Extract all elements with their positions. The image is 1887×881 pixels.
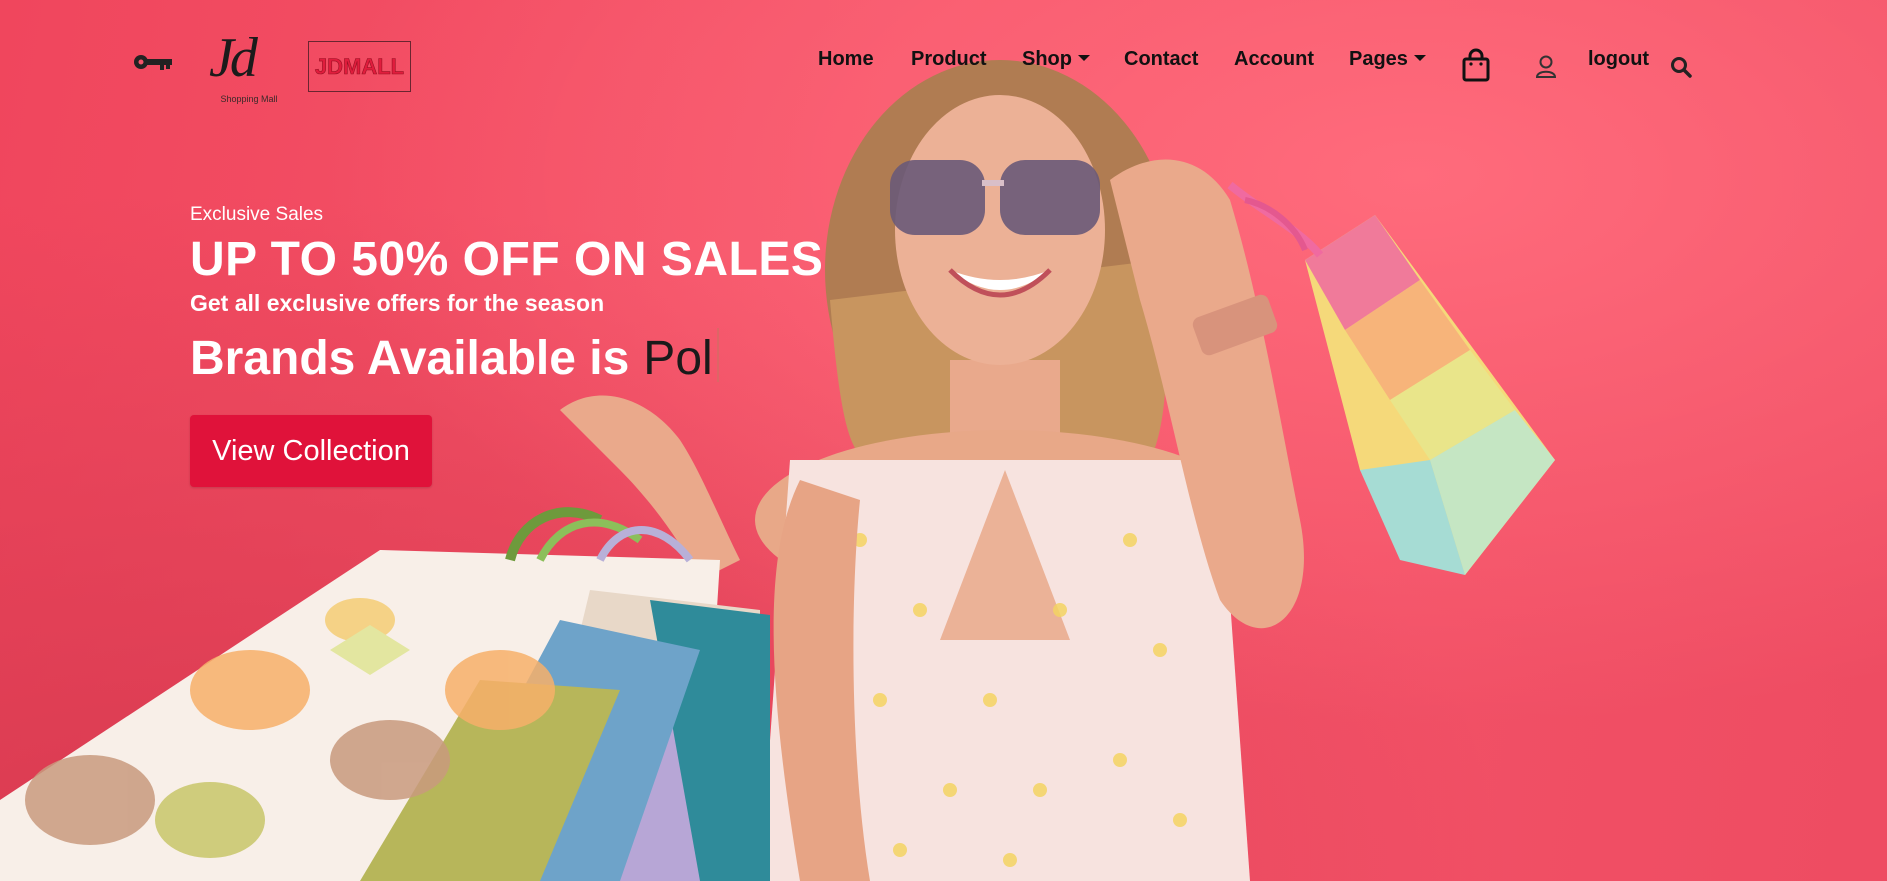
search-icon[interactable] [1670, 56, 1692, 78]
brand-wordmark: JDMALL [314, 53, 405, 79]
nav-link-contact[interactable]: Contact [1124, 48, 1198, 71]
nav-dropdown-pages[interactable]: Pages [1349, 48, 1426, 71]
hero-section: Jd Shopping Mall JDMALL Home Product Sho… [0, 0, 1887, 881]
logo-subtitle: Shopping Mall [220, 94, 278, 104]
key-icon[interactable] [133, 50, 173, 74]
logo-script: Jd [209, 27, 258, 89]
view-collection-button[interactable]: View Collection [190, 415, 432, 487]
nav-dropdown-shop[interactable]: Shop [1022, 48, 1090, 71]
nav-link-product[interactable]: Product [911, 48, 987, 71]
user-icon[interactable] [1535, 55, 1557, 79]
chevron-down-icon [1078, 55, 1090, 61]
brands-available-line: Brands Available is Pol [190, 328, 719, 386]
nav-link-pages-label: Pages [1349, 48, 1408, 70]
shopping-bag-icon[interactable] [1461, 48, 1491, 82]
hero-eyebrow: Exclusive Sales [190, 204, 324, 225]
shopping-bags-left-illustration [0, 507, 770, 881]
hero-headline: UP TO 50% OFF ON SALES [190, 233, 824, 286]
main-navbar: Jd Shopping Mall JDMALL Home Product Sho… [0, 0, 1887, 130]
logout-link[interactable]: logout [1588, 48, 1649, 71]
brands-prefix: Brands Available is [190, 332, 630, 385]
nav-link-account[interactable]: Account [1234, 48, 1314, 71]
brands-typed-text: Pol [643, 332, 713, 385]
nav-link-shop-label: Shop [1022, 48, 1072, 70]
hero-subhead: Get all exclusive offers for the season [190, 290, 605, 316]
brand-logo[interactable]: Jd Shopping Mall [205, 26, 285, 108]
nav-link-home[interactable]: Home [818, 48, 874, 71]
typing-cursor [716, 328, 719, 382]
brand-wordmark-box[interactable]: JDMALL [308, 41, 411, 92]
chevron-down-icon [1413, 55, 1426, 61]
